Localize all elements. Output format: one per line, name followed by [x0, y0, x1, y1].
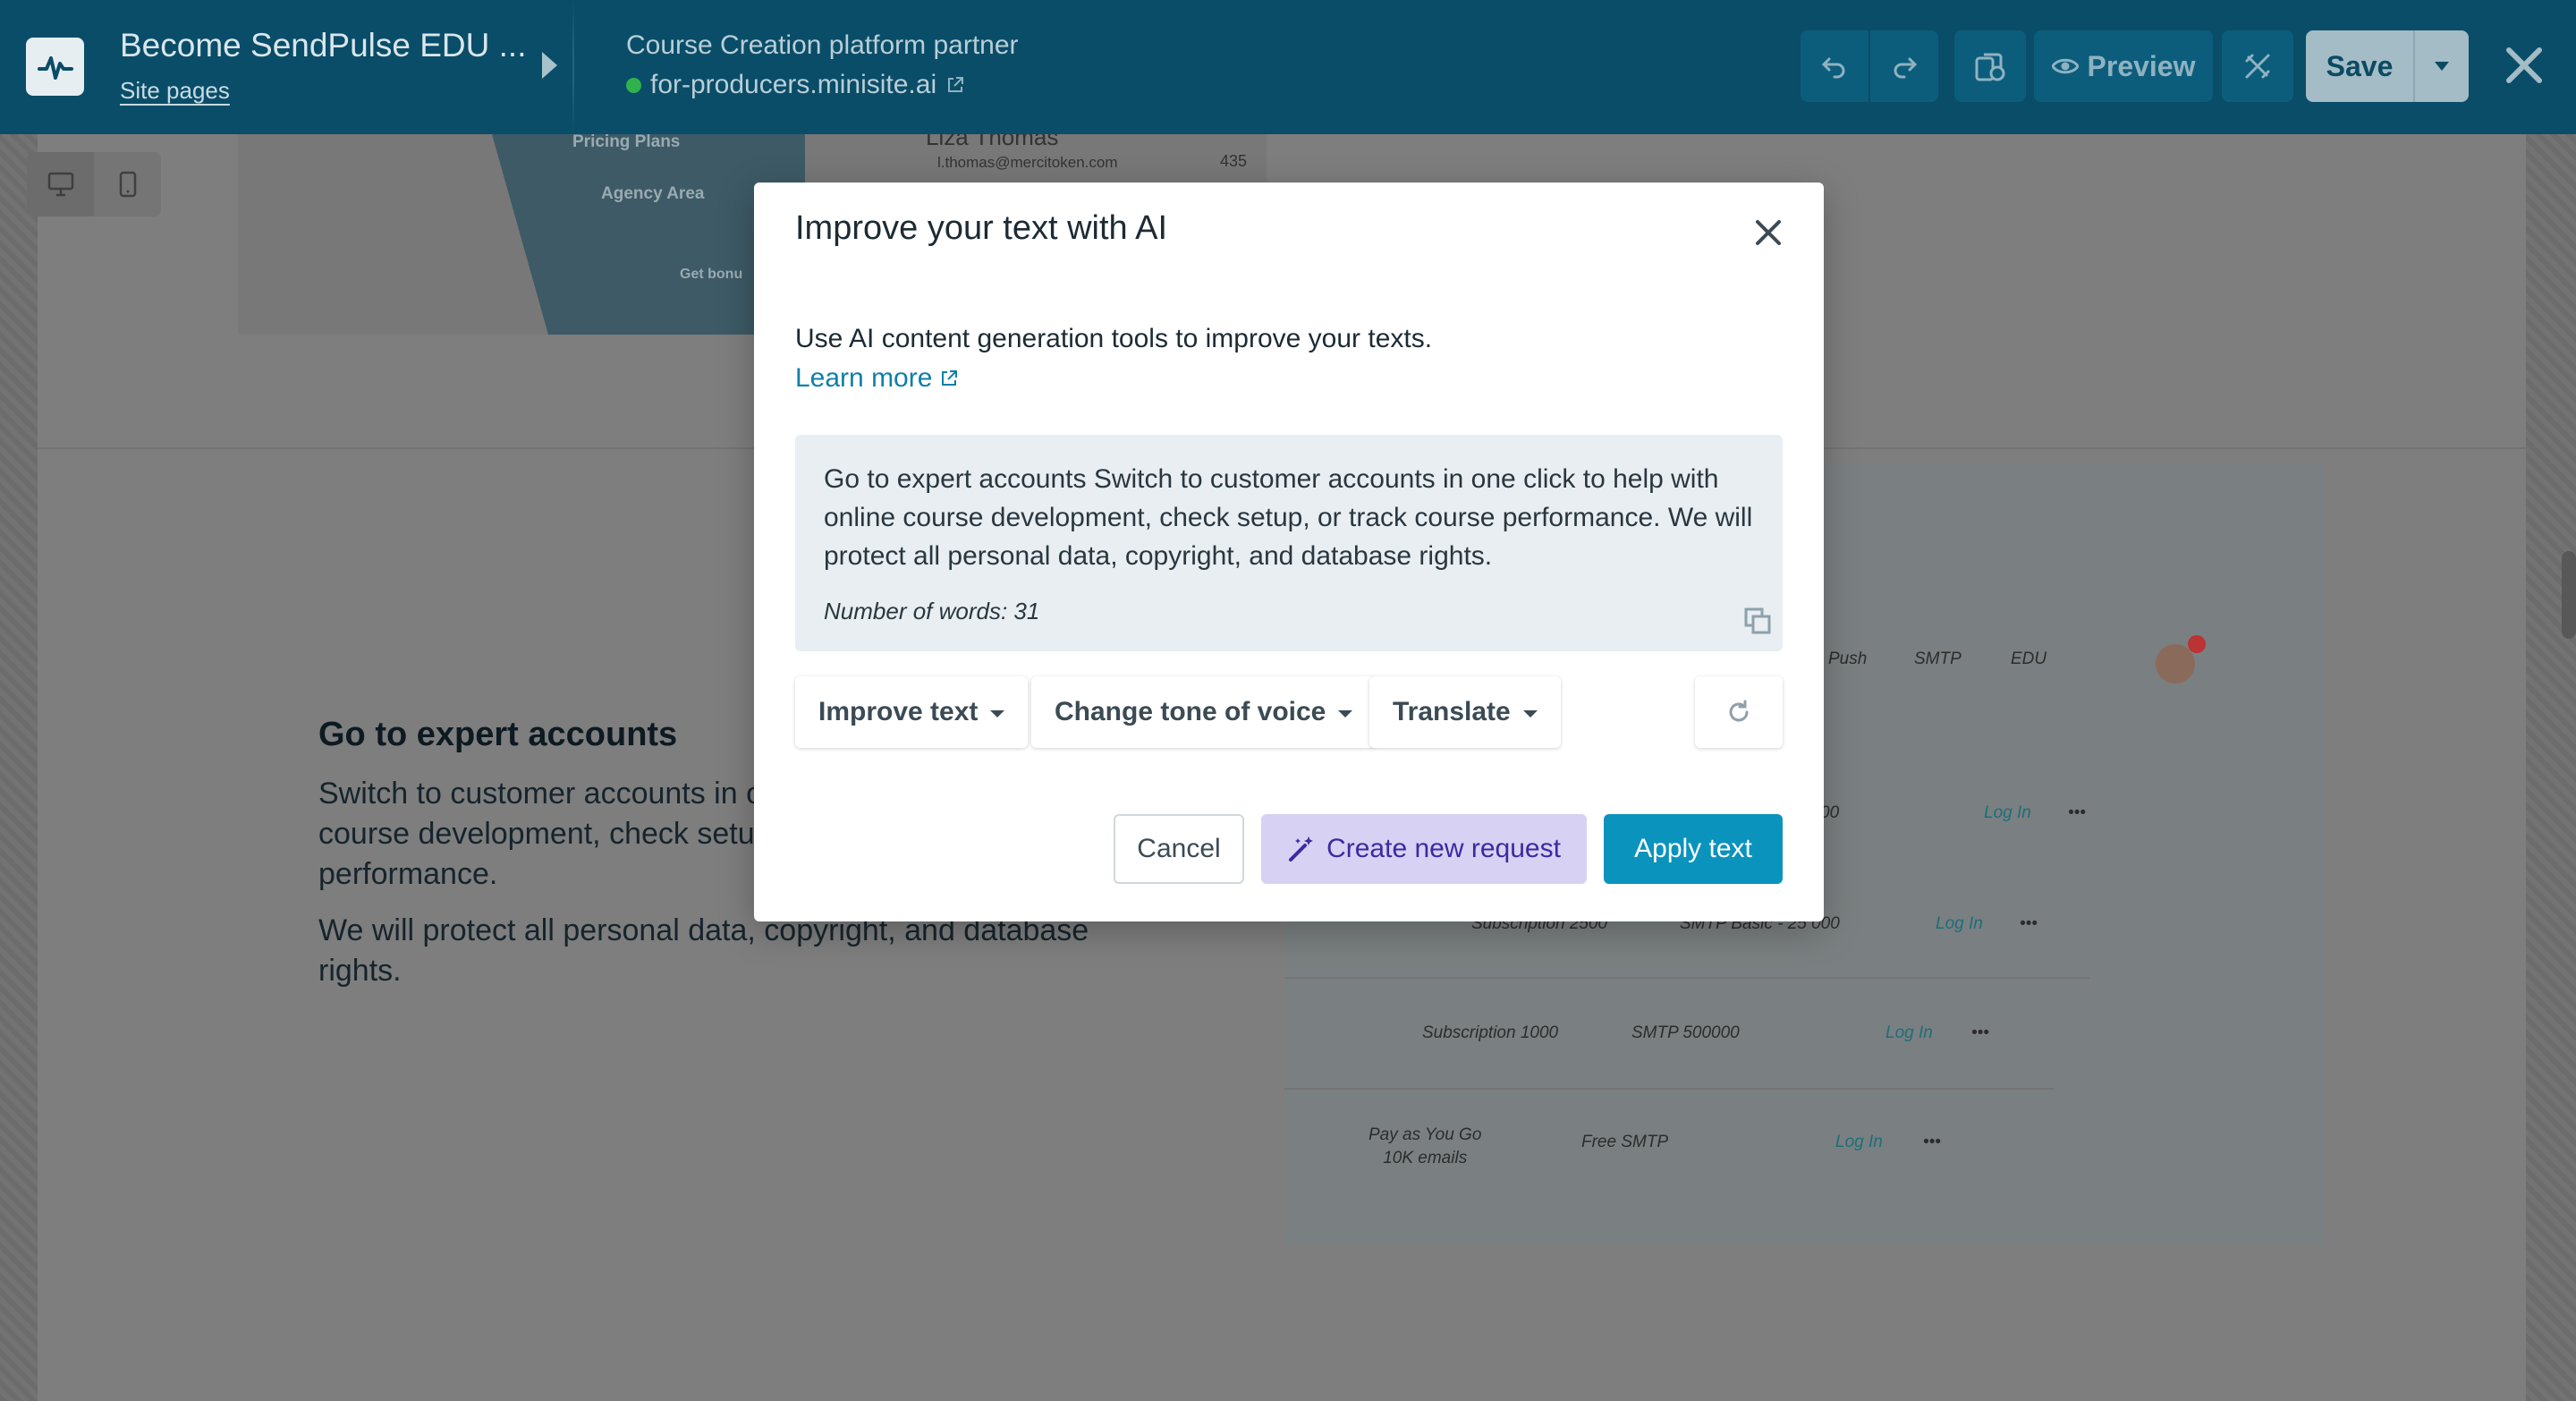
avatar: [2156, 644, 2195, 684]
undo-icon: [1821, 57, 1845, 79]
preview-label: Preview: [2087, 49, 2196, 82]
caret-down-icon: [1338, 710, 1353, 717]
pulse-logo-icon[interactable]: [26, 38, 84, 96]
caret-down-icon: [2435, 62, 2449, 71]
illustration-cell: SMTP 500000: [1631, 1023, 1740, 1042]
illustration-more: •••: [1923, 1133, 1941, 1151]
redo-button[interactable]: [1870, 30, 1938, 102]
close-editor-button[interactable]: [2502, 43, 2546, 88]
illustration-row-divider: [1284, 1088, 2054, 1090]
ai-improve-text-dialog: Improve your text with AI Use AI content…: [754, 183, 1824, 921]
translate-label: Translate: [1393, 697, 1511, 726]
external-link-icon: [948, 77, 964, 92]
learn-more-label: Learn more: [795, 363, 933, 393]
canvas-margin-left: [0, 134, 38, 1401]
create-new-request-button[interactable]: Create new request: [1261, 814, 1587, 884]
editor-topbar: Become SendPulse EDU ... Site pages Cour…: [0, 0, 2576, 134]
desktop-view-button[interactable]: [27, 152, 94, 217]
illustration-user-email: l.thomas@mercitoken.com: [937, 154, 1118, 171]
source-text-box: Go to expert accounts Switch to customer…: [795, 435, 1783, 651]
illustration-menu-item: Get bonu: [680, 267, 743, 282]
apply-text-button[interactable]: Apply text: [1604, 814, 1783, 884]
save-options-button[interactable]: [2415, 62, 2469, 71]
illustration-nav-item: EDU: [2011, 650, 2047, 668]
history-icon: [1975, 53, 2005, 81]
illustration-user-number: 435: [1220, 152, 1248, 170]
page-scrollbar[interactable]: [2562, 551, 2576, 639]
redo-icon: [1894, 57, 1918, 79]
illustration-login: Log In: [1984, 803, 2031, 822]
dialog-close-button[interactable]: [1750, 215, 1786, 250]
site-pages-link[interactable]: Site pages: [120, 77, 230, 105]
illustration-row-divider: [1284, 977, 2089, 979]
illustration-menu-item: Agency Area: [601, 184, 705, 203]
caret-down-icon: [990, 710, 1005, 717]
device-toggle: [27, 152, 161, 217]
improve-text-dropdown[interactable]: Improve text: [795, 676, 1029, 748]
chevron-right-icon[interactable]: [542, 52, 557, 79]
learn-more-link[interactable]: Learn more: [795, 363, 959, 394]
illustration-cell: Subscription 1000: [1422, 1023, 1559, 1042]
word-count: Number of words: 31: [824, 598, 1040, 624]
settings-button[interactable]: [2222, 30, 2293, 102]
illustration-login: Log In: [1835, 1133, 1883, 1151]
change-tone-label: Change tone of voice: [1055, 697, 1326, 726]
history-button[interactable]: [1954, 30, 2026, 102]
topbar-divider: [572, 0, 574, 134]
illustration-nav-item: SMTP: [1914, 650, 1962, 668]
change-tone-dropdown[interactable]: Change tone of voice: [1031, 676, 1377, 748]
translate-dropdown[interactable]: Translate: [1369, 676, 1561, 748]
illustration-nav-item: Push: [1828, 650, 1868, 668]
illustration-cell: Pay as You Go 10K emails: [1368, 1125, 1482, 1168]
dialog-title: Improve your text with AI: [795, 209, 1168, 247]
illustration-more: •••: [2020, 914, 2038, 933]
mobile-icon: [119, 171, 136, 198]
save-button-group: Save: [2306, 30, 2469, 102]
illustration-menu-item: Pricing Plans: [572, 132, 681, 151]
eye-icon: [2051, 58, 2079, 74]
site-title[interactable]: Become SendPulse EDU ...: [120, 27, 527, 64]
magic-wand-icon: [1289, 836, 1314, 862]
page-name: Course Creation platform partner: [626, 30, 1019, 60]
tools-icon: [2245, 54, 2270, 79]
mobile-view-button[interactable]: [94, 152, 161, 217]
regenerate-button[interactable]: [1695, 676, 1783, 748]
preview-button[interactable]: Preview: [2034, 30, 2213, 102]
section-heading[interactable]: Go to expert accounts: [318, 716, 677, 754]
copy-icon[interactable]: [1741, 605, 1774, 637]
save-button[interactable]: Save: [2306, 50, 2413, 83]
illustration-more: •••: [2068, 803, 2086, 822]
source-text: Go to expert accounts Switch to customer…: [824, 464, 1753, 571]
cancel-button[interactable]: Cancel: [1114, 814, 1244, 884]
status-dot-icon: [626, 77, 641, 93]
create-new-request-label: Create new request: [1326, 834, 1561, 863]
site-domain-link[interactable]: for-producers.minisite.ai: [626, 70, 965, 100]
notification-badge: [2188, 635, 2206, 653]
illustration-more: •••: [1971, 1023, 1989, 1042]
illustration-login: Log In: [1885, 1023, 1933, 1042]
illustration-login: Log In: [1936, 914, 1983, 933]
close-icon: [2506, 47, 2542, 83]
caret-down-icon: [1522, 710, 1538, 717]
desktop-icon: [47, 172, 73, 197]
dialog-description: Use AI content generation tools to impro…: [795, 324, 1433, 353]
section-paragraph[interactable]: We will protect all personal data, copyr…: [318, 911, 1150, 991]
undo-button[interactable]: [1801, 30, 1868, 102]
canvas-margin-right: [2526, 134, 2576, 1401]
illustration-cell: Free SMTP: [1581, 1133, 1669, 1151]
external-link-icon: [942, 370, 958, 386]
close-icon: [1756, 220, 1781, 245]
domain-text: for-producers.minisite.ai: [650, 70, 937, 99]
improve-text-label: Improve text: [818, 697, 979, 726]
refresh-icon: [1729, 700, 1749, 722]
